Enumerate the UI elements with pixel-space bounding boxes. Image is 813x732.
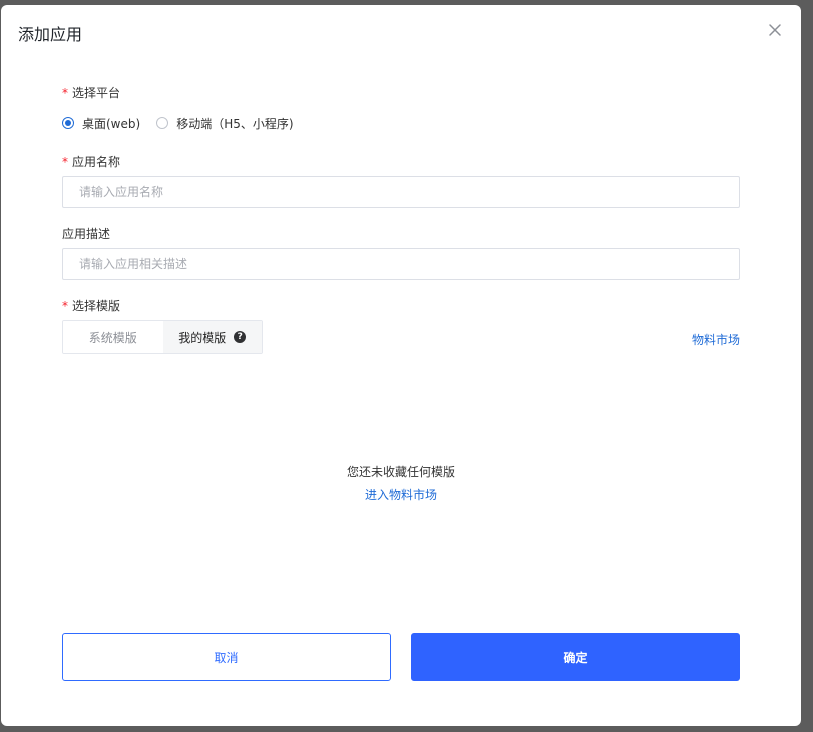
required-mark: *: [62, 299, 68, 313]
radio-unchecked-icon: [156, 117, 169, 129]
required-mark: *: [62, 155, 68, 169]
app-desc-label: 应用描述: [62, 227, 111, 241]
radio-desktop-web-label: 桌面(web): [82, 116, 141, 131]
app-name-label: * 应用名称: [62, 154, 120, 170]
cancel-button[interactable]: 取消: [62, 633, 391, 681]
material-market-link[interactable]: 物料市场: [692, 331, 740, 348]
close-icon: [769, 24, 781, 36]
required-mark: *: [62, 86, 68, 100]
tab-my-templates-label: 我的模版: [178, 330, 227, 345]
app-name-input[interactable]: [62, 176, 740, 208]
radio-checked-icon: [62, 117, 74, 129]
add-app-dialog: 添加应用 * 选择平台 桌面(web) 移动端（H5、小程序) * 应用名称 应用描…: [1, 5, 801, 726]
tab-system-templates[interactable]: 系统模版: [63, 321, 163, 353]
tab-my-templates[interactable]: 我的模版 ?: [162, 321, 262, 353]
empty-state: 您还未收藏任何模版 进入物料市场: [1, 464, 801, 503]
template-label: * 选择模版: [62, 298, 120, 314]
template-label-text: 选择模版: [72, 299, 121, 313]
app-name-label-text: 应用名称: [72, 155, 121, 169]
radio-desktop-web[interactable]: 桌面(web): [62, 115, 140, 132]
app-desc-input[interactable]: [62, 248, 740, 280]
tab-system-templates-label: 系统模版: [88, 330, 137, 345]
platform-label-text: 选择平台: [72, 86, 121, 100]
confirm-button[interactable]: 确定: [411, 633, 740, 681]
dialog-title: 添加应用: [18, 25, 83, 44]
platform-label: * 选择平台: [62, 85, 120, 101]
question-circle-icon[interactable]: ?: [234, 331, 247, 343]
platform-radio-group: 桌面(web) 移动端（H5、小程序): [62, 115, 310, 131]
template-tabs: 系统模版 我的模版 ?: [62, 320, 263, 354]
empty-state-message: 您还未收藏任何模版: [346, 465, 455, 479]
radio-mobile-label: 移动端（H5、小程序): [176, 116, 294, 131]
close-button[interactable]: [767, 22, 783, 38]
radio-mobile[interactable]: 移动端（H5、小程序): [156, 115, 294, 132]
enter-market-link[interactable]: 进入物料市场: [365, 486, 437, 503]
